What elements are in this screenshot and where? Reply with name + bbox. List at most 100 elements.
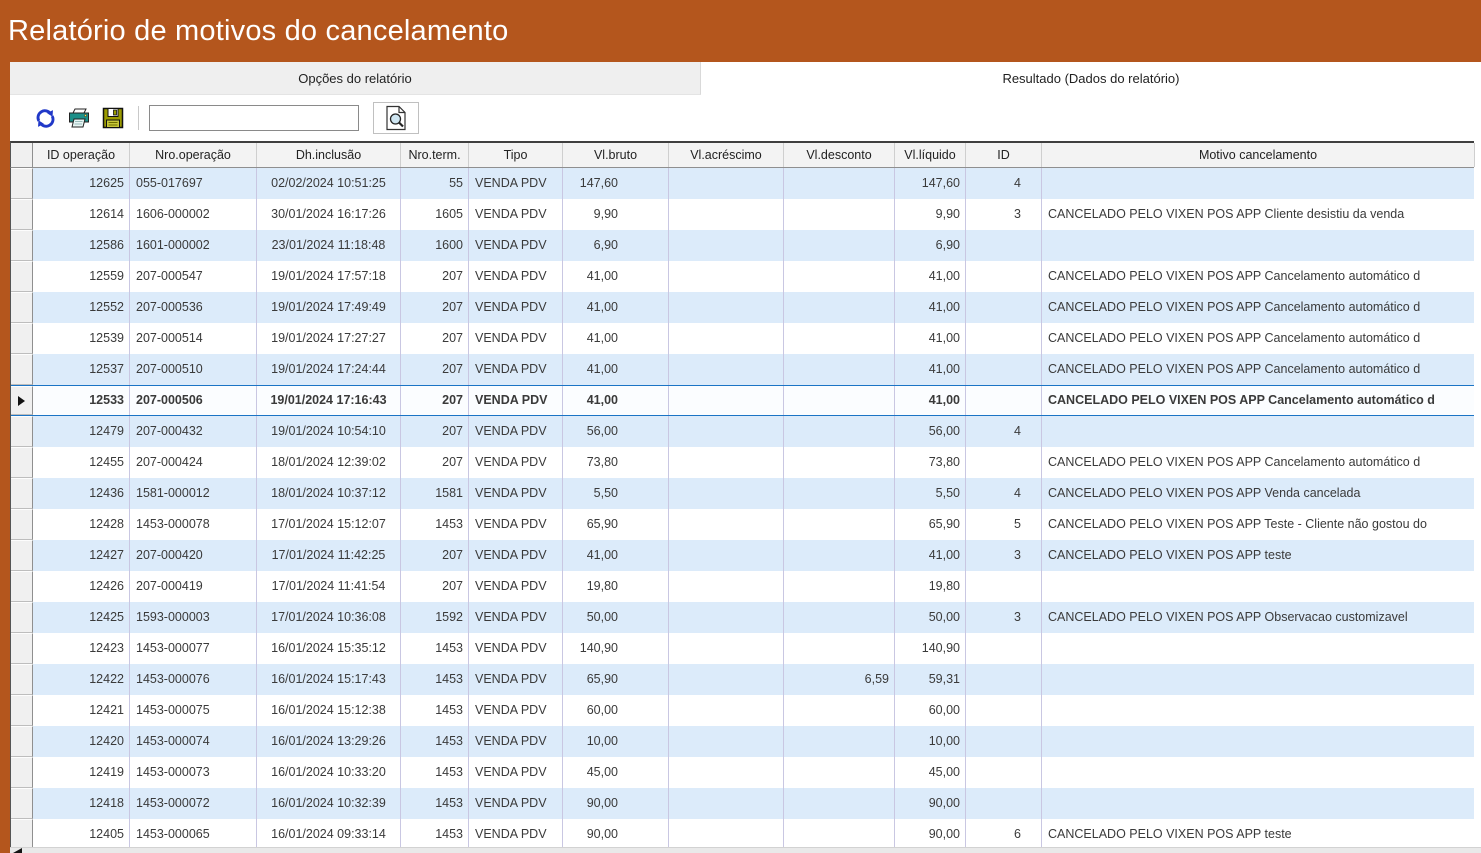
cell-tipo: VENDA PDV [469, 354, 563, 385]
cell-dh_inclusao: 16/01/2024 15:35:12 [257, 633, 401, 664]
table-row[interactable]: 12552207-00053619/01/2024 17:49:49207VEN… [11, 292, 1474, 323]
table-row[interactable]: 124181453-00007216/01/2024 10:32:391453V… [11, 788, 1474, 819]
cell-nro_operacao: 1453-000077 [130, 633, 257, 664]
tab-resultado[interactable]: Resultado (Dados do relatório) [701, 62, 1481, 95]
column-header-vl_liquido[interactable]: Vl.líquido [895, 143, 966, 167]
row-selector-cell[interactable] [11, 664, 33, 695]
cell-id_operacao: 12421 [33, 695, 130, 726]
cell-tipo: VENDA PDV [469, 416, 563, 447]
cell-id_operacao: 12419 [33, 757, 130, 788]
table-row[interactable]: 12539207-00051419/01/2024 17:27:27207VEN… [11, 323, 1474, 354]
cell-vl_desconto [784, 323, 895, 354]
row-selector-cell[interactable] [11, 757, 33, 788]
column-header-nro_operacao[interactable]: Nro.operação [130, 143, 257, 167]
row-selector-cell[interactable] [11, 447, 33, 478]
print-button[interactable] [66, 105, 92, 131]
table-row[interactable]: 12479207-00043219/01/2024 10:54:10207VEN… [11, 416, 1474, 447]
row-selector-cell[interactable] [11, 478, 33, 509]
row-selector-cell[interactable] [11, 230, 33, 261]
tab-opcoes-do-relatorio[interactable]: Opções do relatório [10, 62, 701, 95]
row-selector-cell[interactable] [11, 633, 33, 664]
table-row[interactable]: 12559207-00054719/01/2024 17:57:18207VEN… [11, 261, 1474, 292]
row-selector-cell[interactable] [11, 354, 33, 385]
refresh-button[interactable] [32, 105, 58, 131]
cell-motivo: CANCELADO PELO VIXEN POS APP Venda cance… [1042, 478, 1474, 509]
row-selector-cell[interactable] [11, 695, 33, 726]
preview-button[interactable] [373, 102, 419, 134]
column-header-id_operacao[interactable]: ID operação [33, 143, 130, 167]
cell-vl_bruto: 41,00 [563, 354, 669, 385]
row-selector-cell[interactable] [11, 323, 33, 354]
cell-vl_liquido: 10,00 [895, 726, 966, 757]
table-row[interactable]: 124251593-00000317/01/2024 10:36:081592V… [11, 602, 1474, 633]
row-selector-cell[interactable] [11, 540, 33, 571]
table-row[interactable]: 12625055-01769702/02/2024 10:51:2555VEND… [11, 168, 1474, 199]
column-header-vl_acrescimo[interactable]: Vl.acréscimo [669, 143, 784, 167]
cell-id_operacao: 12537 [33, 354, 130, 385]
row-selector-cell[interactable] [11, 788, 33, 819]
column-header-vl_desconto[interactable]: Vl.desconto [784, 143, 895, 167]
table-row[interactable]: 124191453-00007316/01/2024 10:33:201453V… [11, 757, 1474, 788]
table-row[interactable]: 126141606-00000230/01/2024 16:17:261605V… [11, 199, 1474, 230]
horizontal-scrollbar[interactable] [10, 847, 1481, 853]
row-selector-cell[interactable] [11, 571, 33, 602]
cell-vl_bruto: 65,90 [563, 509, 669, 540]
table-row[interactable]: 125861601-00000223/01/2024 11:18:481600V… [11, 230, 1474, 261]
cell-vl_acrescimo [669, 509, 784, 540]
table-row[interactable]: 12426207-00041917/01/2024 11:41:54207VEN… [11, 571, 1474, 602]
cell-vl_liquido: 140,90 [895, 633, 966, 664]
cell-id [966, 788, 1042, 819]
window-titlebar: Relatório de motivos do cancelamento [0, 0, 1481, 62]
table-row[interactable]: 124281453-00007817/01/2024 15:12:071453V… [11, 509, 1474, 540]
row-selector-cell[interactable] [11, 292, 33, 323]
column-header-nro_term[interactable]: Nro.term. [401, 143, 469, 167]
table-row[interactable]: 124221453-00007616/01/2024 15:17:431453V… [11, 664, 1474, 695]
cell-vl_liquido: 56,00 [895, 416, 966, 447]
table-row[interactable]: 124051453-00006516/01/2024 09:33:141453V… [11, 819, 1474, 847]
cell-vl_acrescimo [669, 726, 784, 757]
table-row[interactable]: 12455207-00042418/01/2024 12:39:02207VEN… [11, 447, 1474, 478]
cell-nro_term: 1453 [401, 664, 469, 695]
table-row[interactable]: 12537207-00051019/01/2024 17:24:44207VEN… [11, 354, 1474, 385]
row-selector-cell[interactable] [11, 819, 33, 847]
column-header-id[interactable]: ID [966, 143, 1042, 167]
cell-tipo: VENDA PDV [469, 199, 563, 230]
column-header-tipo[interactable]: Tipo [469, 143, 563, 167]
row-selector-cell[interactable] [11, 199, 33, 230]
cell-motivo [1042, 168, 1474, 199]
table-row[interactable]: 124361581-00001218/01/2024 10:37:121581V… [11, 478, 1474, 509]
cell-nro_operacao: 207-000514 [130, 323, 257, 354]
row-selector-cell[interactable] [11, 602, 33, 633]
cell-vl_desconto [784, 819, 895, 847]
row-selector-cell[interactable] [11, 168, 33, 199]
cell-vl_bruto: 41,00 [563, 540, 669, 571]
table-row[interactable]: 124231453-00007716/01/2024 15:35:121453V… [11, 633, 1474, 664]
row-selector-cell[interactable] [11, 726, 33, 757]
table-row[interactable]: 12427207-00042017/01/2024 11:42:25207VEN… [11, 540, 1474, 571]
cell-nro_term: 207 [401, 354, 469, 385]
cell-id_operacao: 12614 [33, 199, 130, 230]
cell-vl_liquido: 41,00 [895, 292, 966, 323]
column-header-vl_bruto[interactable]: Vl.bruto [563, 143, 669, 167]
row-selector-cell[interactable] [11, 261, 33, 292]
column-header-dh_inclusao[interactable]: Dh.inclusão [257, 143, 401, 167]
search-input[interactable] [149, 105, 359, 131]
cell-nro_term: 1453 [401, 788, 469, 819]
table-row[interactable]: 124201453-00007416/01/2024 13:29:261453V… [11, 726, 1474, 757]
row-selector-cell[interactable] [11, 386, 33, 415]
column-header-motivo[interactable]: Motivo cancelamento [1042, 143, 1475, 167]
tab-label: Resultado (Dados do relatório) [1002, 71, 1179, 86]
cell-vl_liquido: 41,00 [895, 386, 966, 415]
cell-nro_term: 1453 [401, 726, 469, 757]
cell-vl_liquido: 59,31 [895, 664, 966, 695]
row-selector-cell[interactable] [11, 416, 33, 447]
data-grid: ID operaçãoNro.operaçãoDh.inclusãoNro.te… [10, 141, 1474, 847]
cell-id [966, 292, 1042, 323]
row-selector-cell[interactable] [11, 509, 33, 540]
cell-vl_bruto: 45,00 [563, 757, 669, 788]
cell-tipo: VENDA PDV [469, 757, 563, 788]
table-row[interactable]: 12533207-00050619/01/2024 17:16:43207VEN… [11, 385, 1474, 416]
cell-vl_bruto: 140,90 [563, 633, 669, 664]
save-button[interactable] [100, 105, 126, 131]
table-row[interactable]: 124211453-00007516/01/2024 15:12:381453V… [11, 695, 1474, 726]
